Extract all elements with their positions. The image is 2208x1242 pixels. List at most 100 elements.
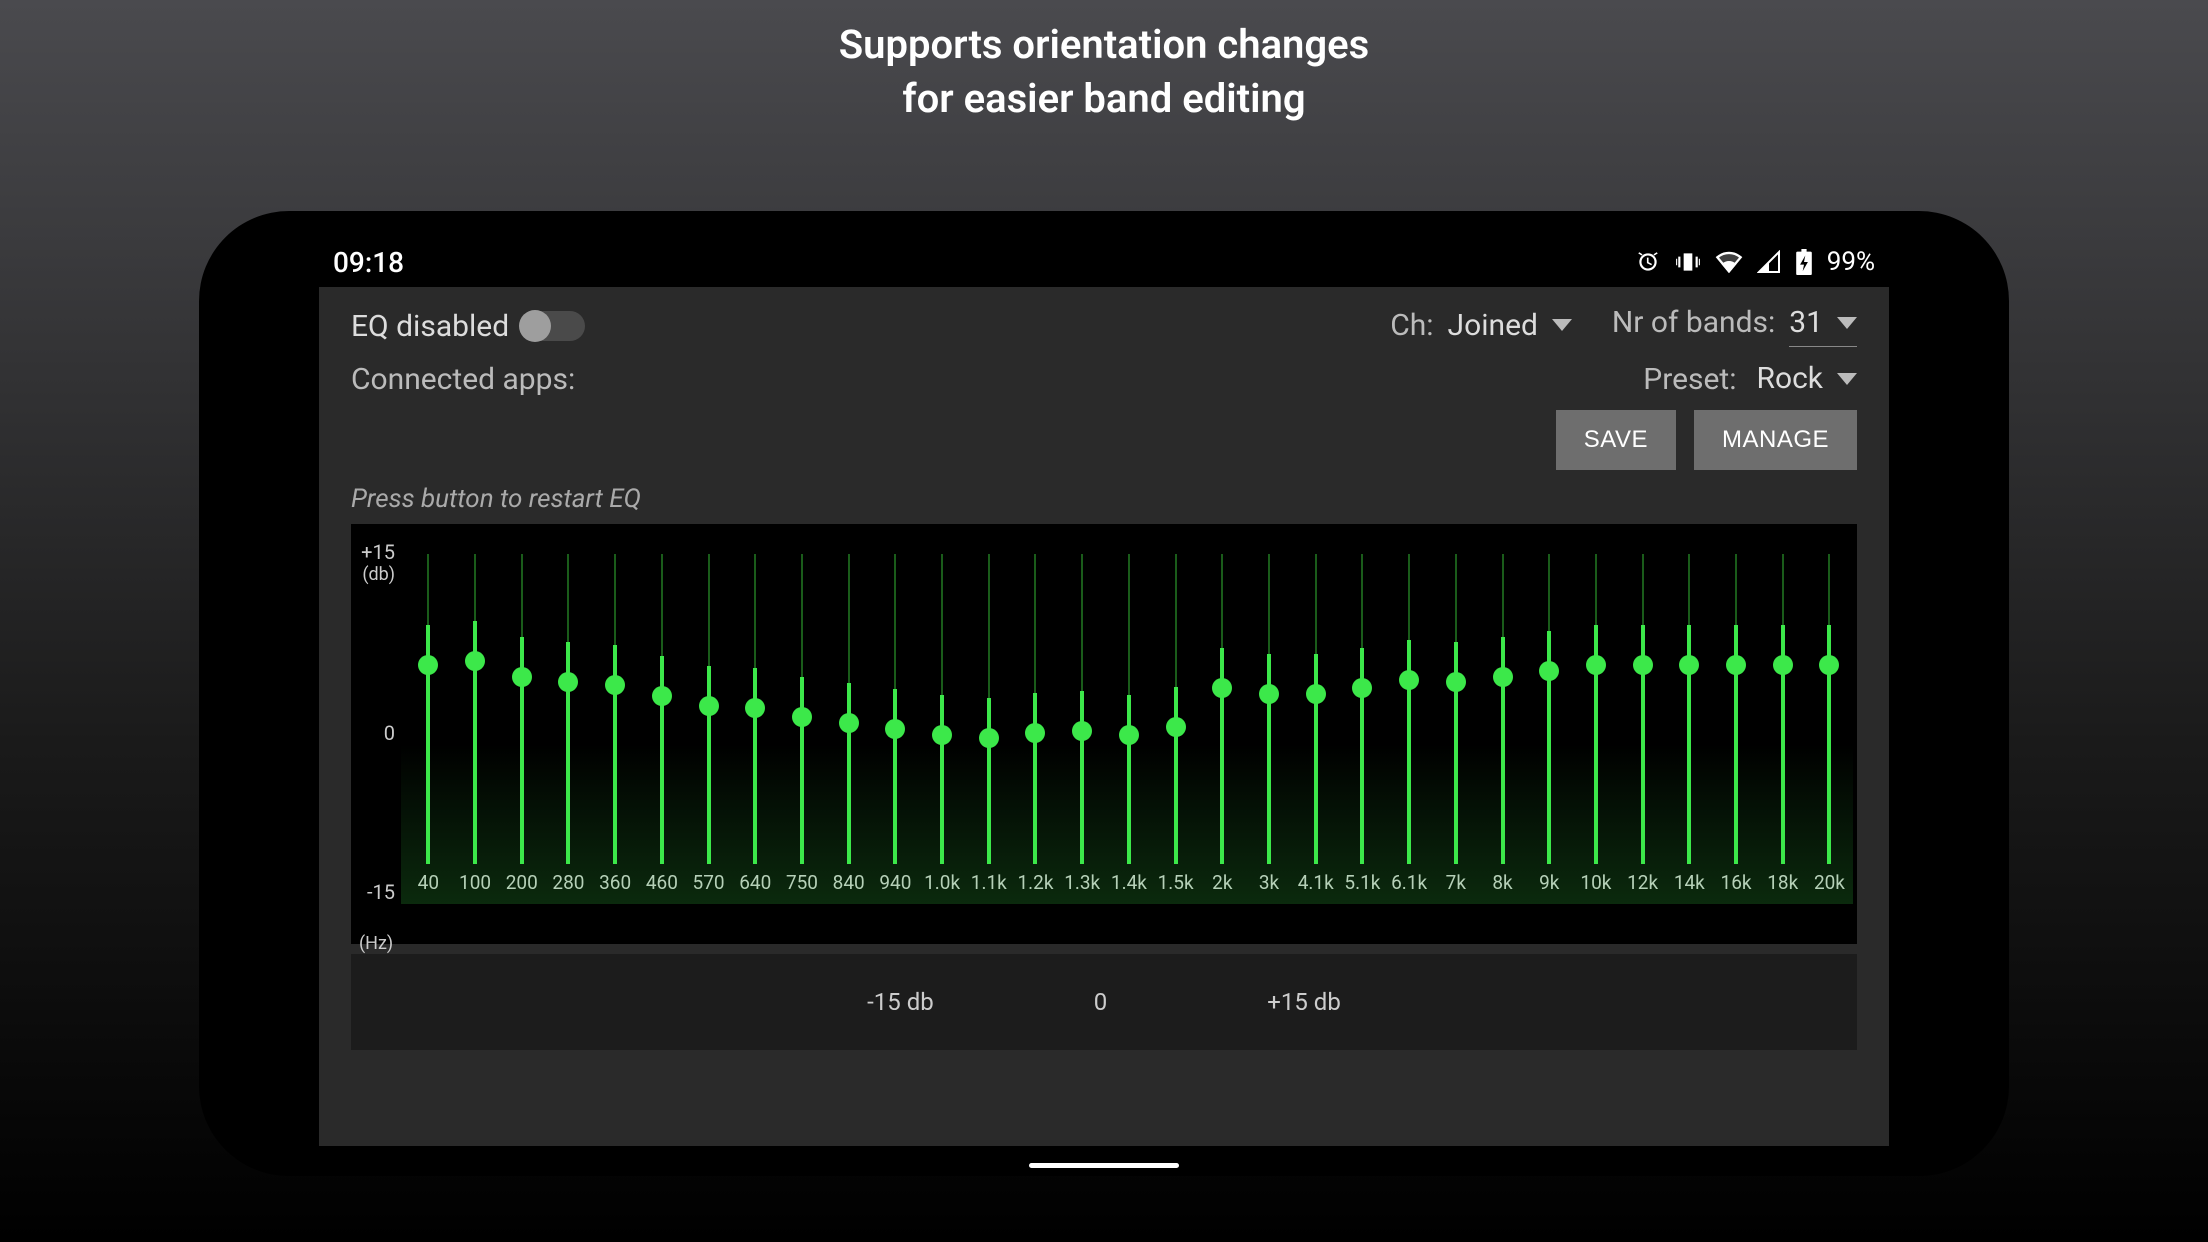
band-thumb[interactable] (1446, 672, 1466, 692)
screen: 09:18 99% (319, 241, 1889, 1146)
band-thumb[interactable] (1259, 684, 1279, 704)
eq-band[interactable]: 1.4k (1106, 536, 1153, 904)
equalizer-chart: +15 (db) 0 -15 4010020028036046057064075… (351, 524, 1857, 944)
eq-band[interactable]: 18k (1759, 536, 1806, 904)
manage-button[interactable]: MANAGE (1694, 410, 1857, 470)
band-thumb[interactable] (1679, 655, 1699, 675)
eq-band[interactable]: 280 (545, 536, 592, 904)
band-freq-label: 2k (1212, 871, 1232, 894)
channel-dropdown[interactable]: Joined (1448, 308, 1572, 345)
band-thumb[interactable] (1399, 670, 1419, 690)
y-unit: (db) (351, 564, 395, 585)
x-unit: (Hz) (359, 933, 393, 954)
eq-band[interactable]: 16k (1713, 536, 1760, 904)
band-thumb[interactable] (792, 707, 812, 727)
band-freq-label: 6.1k (1391, 871, 1427, 894)
band-thumb[interactable] (652, 686, 672, 706)
eq-band[interactable]: 7k (1432, 536, 1479, 904)
band-thumb[interactable] (1493, 667, 1513, 687)
eq-band[interactable]: 1.0k (919, 536, 966, 904)
eq-band[interactable]: 14k (1666, 536, 1713, 904)
band-freq-label: 5.1k (1344, 871, 1380, 894)
gain-mid: 0 (1094, 988, 1108, 1016)
nav-indicator[interactable] (1029, 1163, 1179, 1168)
band-freq-label: 7k (1446, 871, 1466, 894)
eq-band[interactable]: 40 (405, 536, 452, 904)
eq-band[interactable]: 360 (592, 536, 639, 904)
band-thumb[interactable] (932, 725, 952, 745)
band-freq-label: 460 (646, 871, 678, 894)
band-thumb[interactable] (465, 651, 485, 671)
eq-band[interactable]: 460 (639, 536, 686, 904)
band-freq-label: 4.1k (1298, 871, 1334, 894)
signal-icon (1757, 250, 1781, 274)
eq-band[interactable]: 640 (732, 536, 779, 904)
band-thumb[interactable] (1212, 678, 1232, 698)
band-thumb[interactable] (979, 728, 999, 748)
band-freq-label: 12k (1627, 871, 1658, 894)
eq-band[interactable]: 200 (498, 536, 545, 904)
band-thumb[interactable] (1072, 721, 1092, 741)
top-row-right: Ch: Joined Nr of bands: 31 (1390, 305, 1857, 347)
band-thumb[interactable] (512, 667, 532, 687)
band-thumb[interactable] (1306, 684, 1326, 704)
band-thumb[interactable] (885, 719, 905, 739)
band-thumb[interactable] (1025, 723, 1045, 743)
eq-band[interactable]: 940 (872, 536, 919, 904)
band-thumb[interactable] (839, 713, 859, 733)
eq-band[interactable]: 1.1k (965, 536, 1012, 904)
band-freq-label: 100 (459, 871, 491, 894)
eq-band[interactable]: 5.1k (1339, 536, 1386, 904)
eq-band[interactable]: 100 (452, 536, 499, 904)
button-row: SAVE MANAGE (351, 410, 1857, 470)
band-freq-label: 1.4k (1111, 871, 1147, 894)
band-stem (987, 698, 991, 864)
status-icons: 99% (1635, 247, 1875, 277)
eq-band[interactable]: 570 (685, 536, 732, 904)
eq-toggle-wrap: EQ disabled (351, 309, 585, 344)
marketing-line-1: Supports orientation changes (839, 18, 1370, 72)
band-thumb[interactable] (1352, 678, 1372, 698)
eq-band[interactable]: 1.2k (1012, 536, 1059, 904)
eq-band[interactable]: 750 (779, 536, 826, 904)
band-thumb[interactable] (1633, 655, 1653, 675)
eq-band[interactable]: 3k (1246, 536, 1293, 904)
band-thumb[interactable] (1586, 655, 1606, 675)
eq-band[interactable]: 10k (1573, 536, 1620, 904)
gain-min: -15 db (867, 988, 934, 1016)
eq-band[interactable]: 840 (825, 536, 872, 904)
band-thumb[interactable] (699, 696, 719, 716)
eq-band[interactable]: 1.5k (1152, 536, 1199, 904)
band-thumb[interactable] (1726, 655, 1746, 675)
bands-dropdown[interactable]: 31 (1789, 305, 1857, 347)
chevron-down-icon (1837, 373, 1857, 385)
band-thumb[interactable] (1819, 655, 1839, 675)
app-body: EQ disabled Ch: Joined Nr of bands: (319, 287, 1889, 1146)
chevron-down-icon (1552, 319, 1572, 331)
marketing-headline: Supports orientation changes for easier … (839, 18, 1370, 126)
eq-band[interactable]: 6.1k (1386, 536, 1433, 904)
band-thumb[interactable] (418, 655, 438, 675)
band-thumb[interactable] (1166, 717, 1186, 737)
band-freq-label: 1.5k (1158, 871, 1194, 894)
eq-band[interactable]: 2k (1199, 536, 1246, 904)
save-button[interactable]: SAVE (1556, 410, 1676, 470)
eq-band[interactable]: 20k (1806, 536, 1853, 904)
eq-band[interactable]: 8k (1479, 536, 1526, 904)
band-thumb[interactable] (1773, 655, 1793, 675)
band-freq-label: 1.0k (924, 871, 960, 894)
eq-band[interactable]: 1.3k (1059, 536, 1106, 904)
band-thumb[interactable] (1119, 725, 1139, 745)
band-freq-label: 840 (833, 871, 865, 894)
band-freq-label: 1.1k (971, 871, 1007, 894)
band-thumb[interactable] (605, 675, 625, 695)
preset-dropdown[interactable]: Rock (1756, 361, 1857, 398)
eq-band[interactable]: 4.1k (1292, 536, 1339, 904)
eq-toggle[interactable] (521, 311, 585, 341)
band-thumb[interactable] (745, 698, 765, 718)
vibrate-icon (1675, 249, 1701, 275)
eq-band[interactable]: 9k (1526, 536, 1573, 904)
band-thumb[interactable] (558, 672, 578, 692)
eq-band[interactable]: 12k (1619, 536, 1666, 904)
band-thumb[interactable] (1539, 661, 1559, 681)
